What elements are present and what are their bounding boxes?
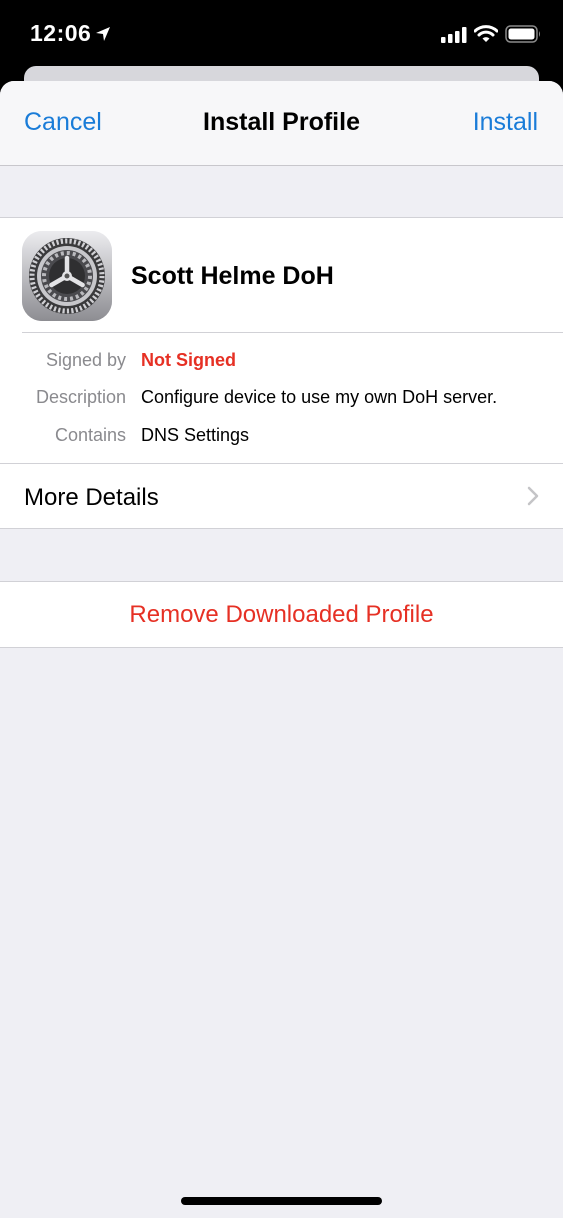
divider bbox=[22, 332, 563, 333]
install-button[interactable]: Install bbox=[473, 108, 538, 137]
more-details-label: More Details bbox=[24, 484, 159, 511]
profile-name: Scott Helme DoH bbox=[131, 262, 334, 290]
remove-profile-button[interactable]: Remove Downloaded Profile bbox=[0, 581, 563, 648]
wifi-icon bbox=[474, 25, 498, 42]
status-time: 12:06 bbox=[30, 20, 92, 46]
home-indicator[interactable] bbox=[181, 1197, 382, 1205]
navigation-bar: Cancel Install Profile Install bbox=[0, 81, 563, 166]
more-details-row[interactable]: More Details bbox=[0, 464, 563, 528]
profile-card: Scott Helme DoH Signed by Not Signed Des… bbox=[0, 217, 563, 529]
contains-value: DNS Settings bbox=[141, 425, 250, 445]
settings-gear-icon bbox=[22, 231, 112, 321]
signed-by-value: Not Signed bbox=[141, 350, 236, 370]
location-arrow-icon bbox=[96, 27, 110, 41]
contains-label: Contains bbox=[54, 425, 126, 445]
description-row: Description Configure device to use my o… bbox=[0, 387, 563, 417]
install-profile-sheet: Cancel Install Profile Install Scott Hel… bbox=[0, 81, 563, 1218]
description-label: Description bbox=[35, 387, 126, 407]
description-value: Configure device to use my own DoH serve… bbox=[141, 387, 498, 407]
signal-icon bbox=[441, 27, 467, 43]
signed-by-row: Signed by Not Signed bbox=[0, 350, 563, 380]
contains-row: Contains DNS Settings bbox=[0, 425, 563, 455]
remove-profile-label: Remove Downloaded Profile bbox=[129, 601, 434, 628]
status-bar: 12:06 bbox=[0, 0, 563, 66]
chevron-right-icon bbox=[527, 486, 539, 506]
battery-icon bbox=[505, 25, 540, 43]
signed-by-label: Signed by bbox=[45, 350, 126, 370]
